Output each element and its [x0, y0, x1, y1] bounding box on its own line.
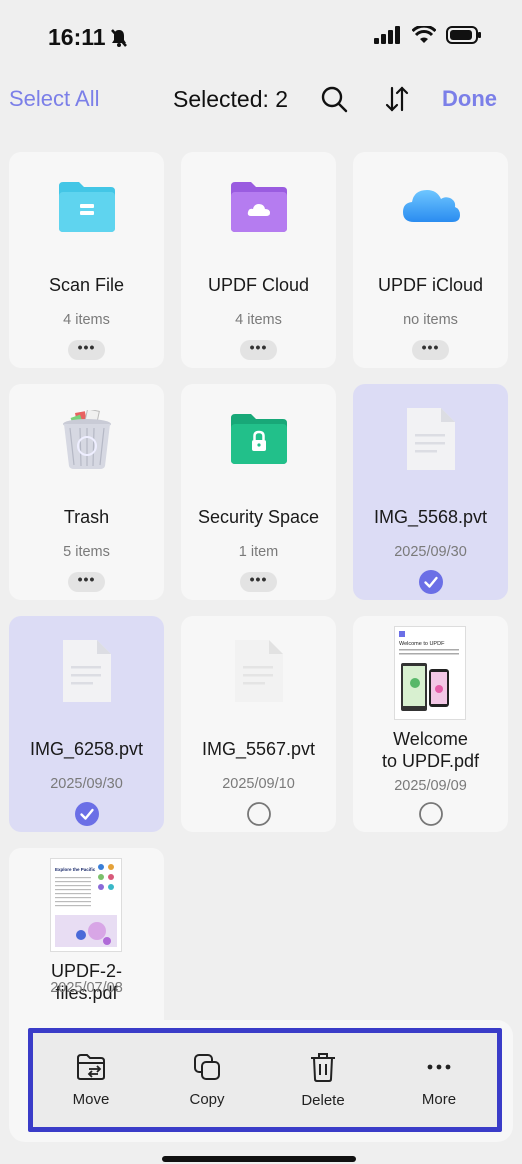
item-name: UPDF iCloud: [377, 275, 484, 295]
more-button[interactable]: More: [381, 1033, 497, 1127]
item-count: 1 item: [238, 544, 279, 560]
signal-icon: [374, 26, 400, 44]
folder-card-scan-file[interactable]: Scan File 4 items •••: [9, 152, 164, 368]
move-button[interactable]: Move: [33, 1033, 149, 1127]
item-date: 2025/09/09: [394, 778, 467, 794]
item-name: Trash: [63, 507, 110, 527]
wifi-icon: [412, 26, 436, 43]
copy-button[interactable]: Copy: [149, 1033, 265, 1127]
lock-folder-icon: [230, 414, 287, 464]
item-date: 2025/09/30: [50, 776, 123, 792]
pdf-thumbnail-art: Explore the Pacific: [55, 864, 117, 947]
file-card-img-5567[interactable]: IMG_5567.pvt 2025/09/10: [181, 616, 336, 832]
item-date: 2025/09/10: [222, 776, 295, 792]
blue-folder-icon: [58, 182, 115, 232]
item-count: 5 items: [63, 544, 110, 560]
icloud-icon: [402, 190, 460, 222]
folder-card-updf-icloud[interactable]: UPDF iCloud no items •••: [353, 152, 508, 368]
folder-card-updf-cloud[interactable]: UPDF Cloud 4 items •••: [181, 152, 336, 368]
select-all-button[interactable]: Select All: [9, 86, 100, 112]
battery-icon: [446, 26, 481, 44]
more-options-button[interactable]: •••: [68, 340, 105, 360]
search-icon[interactable]: [320, 85, 348, 113]
status-time: 16:11: [48, 24, 128, 51]
selected-count-title: Selected: 2: [173, 86, 289, 112]
item-count: no items: [403, 312, 458, 328]
item-date: 2025/09/30: [394, 544, 467, 560]
item-name: UPDF Cloud: [207, 275, 310, 295]
folder-card-trash[interactable]: Trash 5 items •••: [9, 384, 164, 600]
more-options-button[interactable]: •••: [240, 340, 277, 360]
copy-label: Copy: [189, 1090, 225, 1108]
more-options-button[interactable]: •••: [240, 572, 277, 592]
silent-bell-icon: [110, 28, 127, 47]
nav-bar: Select All Selected: 2 Done: [0, 76, 522, 122]
item-name: IMG_5568.pvt: [373, 507, 488, 527]
ellipsis-icon: [427, 1064, 451, 1069]
item-date: 2025/07/08: [50, 980, 123, 996]
unchecked-circle-icon[interactable]: [419, 802, 443, 826]
item-name: IMG_6258.pvt: [29, 739, 144, 759]
copy-icon: [194, 1053, 220, 1080]
thumb-title: Explore the Pacific: [55, 867, 96, 872]
move-folder-icon: [77, 1053, 105, 1080]
trash-can-icon: [62, 410, 111, 469]
action-toolbar: Move Copy Delete More: [28, 1028, 502, 1132]
document-icon: [406, 408, 455, 470]
item-name: Scan File: [48, 275, 125, 295]
more-options-button[interactable]: •••: [412, 340, 449, 360]
checked-circle-icon[interactable]: [75, 802, 99, 826]
sort-icon[interactable]: [383, 85, 411, 113]
file-card-img-6258[interactable]: IMG_6258.pvt 2025/09/30: [9, 616, 164, 832]
purple-cloud-folder-icon: [230, 182, 287, 232]
pdf-thumbnail: Welcome to UPDF: [394, 626, 466, 720]
pdf-thumbnail-art: Welcome to UPDF: [399, 631, 459, 711]
item-count: 4 items: [63, 312, 110, 328]
move-label: Move: [72, 1090, 110, 1108]
home-indicator[interactable]: [162, 1156, 356, 1162]
item-name: IMG_5567.pvt: [201, 739, 316, 759]
done-button[interactable]: Done: [442, 86, 497, 112]
unchecked-circle-icon[interactable]: [247, 802, 271, 826]
clock: 16:11: [48, 24, 106, 50]
delete-label: Delete: [301, 1091, 345, 1109]
folder-card-security-space[interactable]: Security Space 1 item •••: [181, 384, 336, 600]
pdf-thumbnail: Explore the Pacific: [50, 858, 122, 952]
document-icon: [62, 640, 111, 702]
file-card-welcome-pdf[interactable]: Welcome to UPDF Welcome to UPDF.pdf 2025…: [353, 616, 508, 832]
checked-circle-icon[interactable]: [419, 570, 443, 594]
thumb-title: Welcome to UPDF: [399, 641, 445, 647]
file-card-img-5568[interactable]: IMG_5568.pvt 2025/09/30: [353, 384, 508, 600]
delete-button[interactable]: Delete: [265, 1033, 381, 1127]
trash-icon: [311, 1052, 335, 1082]
status-bar: 16:11: [0, 0, 522, 76]
item-count: 4 items: [235, 312, 282, 328]
document-icon: [234, 640, 283, 702]
more-label: More: [421, 1090, 457, 1108]
item-name: Welcome to UPDF.pdf: [381, 729, 480, 771]
more-options-button[interactable]: •••: [68, 572, 105, 592]
item-name: Security Space: [197, 507, 320, 527]
status-icons: [374, 26, 482, 44]
